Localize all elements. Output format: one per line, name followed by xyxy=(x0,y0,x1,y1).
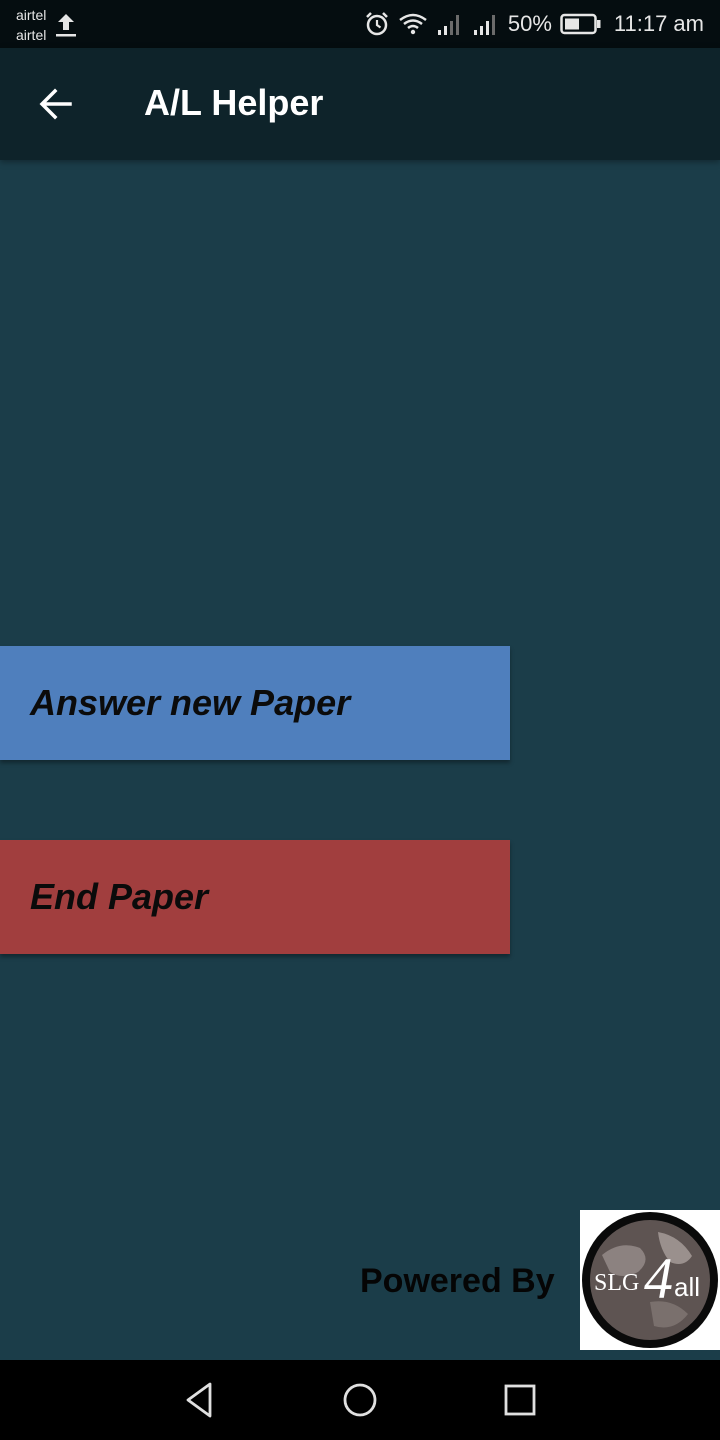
logo-text-4: 4 xyxy=(644,1246,673,1311)
recents-square-icon[interactable] xyxy=(498,1378,542,1422)
end-paper-label: End Paper xyxy=(30,876,209,917)
battery-icon xyxy=(560,13,601,35)
navigation-bar xyxy=(0,1360,720,1440)
home-circle-icon[interactable] xyxy=(338,1378,382,1422)
clock: 11:17 am xyxy=(613,11,704,36)
back-triangle-icon[interactable] xyxy=(178,1378,222,1422)
signal-icon xyxy=(437,15,459,35)
answer-new-paper-label: Answer new Paper xyxy=(30,682,351,723)
carrier-1: airtel xyxy=(16,7,47,23)
answer-new-paper-button[interactable]: Answer new Paper xyxy=(0,646,510,760)
alarm-icon xyxy=(365,12,388,36)
logo-text-slg: SLG xyxy=(594,1270,639,1296)
powered-by-label: Powered By xyxy=(360,1262,555,1300)
back-button[interactable] xyxy=(24,72,88,136)
wifi-icon xyxy=(399,13,427,35)
arrow-left-icon xyxy=(39,88,72,120)
carrier-2: airtel xyxy=(16,27,47,43)
end-paper-button[interactable]: End Paper xyxy=(0,840,510,954)
logo-graphic: SLG 4 all xyxy=(582,1212,718,1348)
battery-percentage: 50% xyxy=(507,11,552,36)
carrier-labels: airtel airtel xyxy=(16,5,46,45)
page-title: A/L Helper xyxy=(144,82,324,123)
slg4all-logo: SLG 4 all xyxy=(580,1210,720,1350)
screen: airtel airtel 50% 11:17 am A/L Helper An… xyxy=(0,0,720,1440)
status-icons: 50% 11:17 am xyxy=(364,0,704,48)
upload-icon xyxy=(56,14,76,37)
app-bar: A/L Helper xyxy=(0,48,720,160)
logo-text-all: all xyxy=(674,1272,700,1302)
status-bar: airtel airtel 50% 11:17 am xyxy=(0,0,720,48)
signal-icon xyxy=(473,15,495,35)
